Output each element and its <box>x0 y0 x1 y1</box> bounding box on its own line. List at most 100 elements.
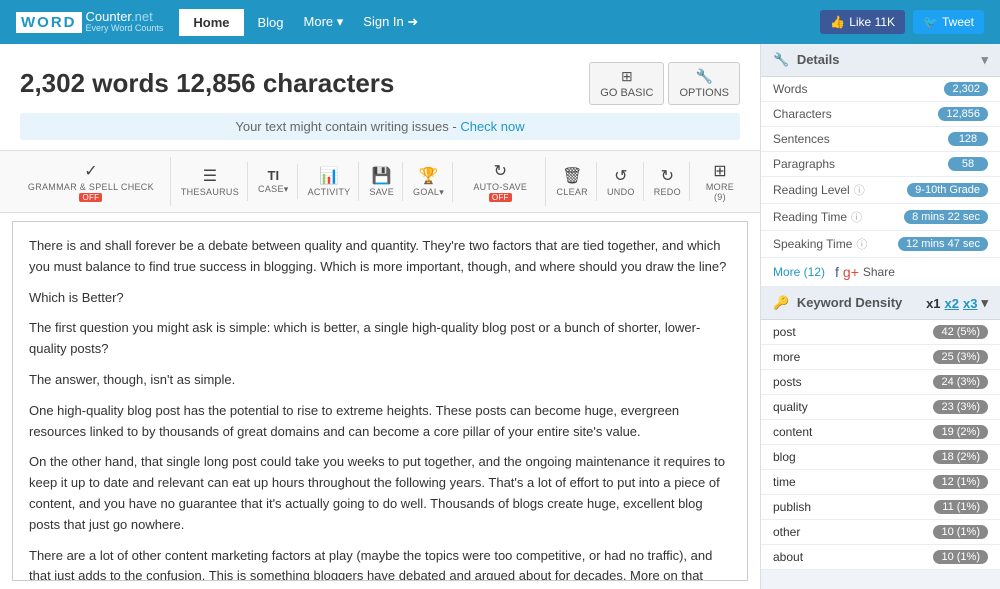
keyword-row: post 42 (5%) <box>761 320 1000 345</box>
keywords-list: post 42 (5%)more 25 (3%)posts 24 (3%)qua… <box>761 320 1000 570</box>
keyword-word: about <box>773 550 803 564</box>
layout-icon: ⊞ <box>621 68 633 85</box>
reading-time-value: 8 mins 22 sec <box>904 210 988 224</box>
reading-level-label: Reading Level ⓘ <box>773 182 865 198</box>
keyword-value: 42 (5%) <box>933 325 988 339</box>
characters-stat-row: Characters 12,856 <box>761 102 1000 127</box>
thesaurus-button[interactable]: ☰ THESAURUS <box>173 162 248 201</box>
reading-time-row: Reading Time ⓘ 8 mins 22 sec <box>761 204 1000 231</box>
kd-tab-x3[interactable]: x3 <box>963 296 977 311</box>
paragraphs-label: Paragraphs <box>773 157 835 171</box>
kd-tab-x2[interactable]: x2 <box>945 296 959 311</box>
activity-icon: 📊 <box>319 166 339 186</box>
checkmark-icon: ✓ <box>84 161 97 181</box>
content-area: 2,302 words 12,856 characters ⊞ GO BASIC… <box>0 44 760 589</box>
keyword-density-header: 🔑 Keyword Density x1 x2 x3 ▾ <box>761 287 1000 320</box>
word-character-count: 2,302 words 12,856 characters <box>20 68 394 99</box>
grammar-spell-check-button[interactable]: ✓ GRAMMAR & SPELL CHECK OFF <box>12 157 171 206</box>
keyword-value: 19 (2%) <box>933 425 988 439</box>
paragraphs-value: 58 <box>948 157 988 171</box>
keyword-row: more 25 (3%) <box>761 345 1000 370</box>
reading-time-label: Reading Time ⓘ <box>773 209 862 225</box>
share-icons: f g+ Share <box>835 264 895 280</box>
more-link[interactable]: More (12) <box>773 265 825 279</box>
stats-bar: 2,302 words 12,856 characters ⊞ GO BASIC… <box>0 44 760 151</box>
check-now-link[interactable]: Check now <box>460 119 524 134</box>
words-label: Words <box>773 82 807 96</box>
google-share-icon[interactable]: g+ <box>843 264 859 280</box>
characters-label: Characters <box>773 107 832 121</box>
keyword-value: 12 (1%) <box>933 475 988 489</box>
logo-counter: Counter.net Every Word Counts <box>86 10 164 34</box>
logo: WORD Counter.net Every Word Counts <box>16 10 163 34</box>
editor-paragraph-5: One high-quality blog post has the poten… <box>29 401 731 443</box>
words-value: 2,302 <box>944 82 988 96</box>
undo-button[interactable]: ↺ UNDO <box>599 162 644 201</box>
autosave-icon: ↻ <box>494 161 507 181</box>
facebook-like-button[interactable]: 👍 Like 11K <box>820 10 905 34</box>
auto-save-button[interactable]: ↻ AUTO-SAVE OFF <box>455 157 546 206</box>
case-icon: TI <box>268 168 280 183</box>
nav-more-link[interactable]: More ▾ <box>294 8 354 36</box>
details-header: 🔧 Details ▾ <box>761 44 1000 77</box>
keyword-value: 10 (1%) <box>933 525 988 539</box>
keyword-word: post <box>773 325 796 339</box>
logo-word: WORD <box>16 12 82 33</box>
editor-paragraph-4: The answer, though, isn't as simple. <box>29 370 731 391</box>
nav-home-button[interactable]: Home <box>179 9 243 36</box>
case-button[interactable]: TI CASE▾ <box>250 164 298 199</box>
sentences-label: Sentences <box>773 132 830 146</box>
speaking-time-value: 12 mins 47 sec <box>898 237 988 251</box>
redo-button[interactable]: ↻ REDO <box>646 162 690 201</box>
word-count-heading: 2,302 words 12,856 characters ⊞ GO BASIC… <box>20 62 740 105</box>
characters-value: 12,856 <box>938 107 988 121</box>
tweet-button[interactable]: 🐦 Tweet <box>913 10 984 34</box>
keyword-row: time 12 (1%) <box>761 470 1000 495</box>
editor-paragraph-3: The first question you might ask is simp… <box>29 318 731 360</box>
key-icon: 🔑 <box>773 295 789 310</box>
activity-button[interactable]: 📊 ACTIVITY <box>300 162 360 201</box>
options-button[interactable]: 🔧 OPTIONS <box>668 62 740 105</box>
kd-tab-x1[interactable]: x1 <box>926 296 940 311</box>
keyword-row: about 10 (1%) <box>761 545 1000 570</box>
keyword-row: content 19 (2%) <box>761 420 1000 445</box>
keyword-word: other <box>773 525 800 539</box>
speaking-time-label: Speaking Time ⓘ <box>773 236 867 252</box>
editor-paragraph-6: On the other hand, that single long post… <box>29 452 731 535</box>
sidebar: 🔧 Details ▾ Words 2,302 Characters 12,85… <box>760 44 1000 589</box>
save-button[interactable]: 💾 SAVE <box>361 162 403 201</box>
chevron-down-icon: ▾ <box>981 295 988 311</box>
nav-signin-link[interactable]: Sign In ➜ <box>353 8 428 36</box>
sentences-stat-row: Sentences 128 <box>761 127 1000 152</box>
editor-paragraph-7: There are a lot of other content marketi… <box>29 546 731 581</box>
trash-icon: 🗑 <box>562 166 582 186</box>
keyword-density-label: 🔑 Keyword Density <box>773 295 902 311</box>
keyword-value: 25 (3%) <box>933 350 988 364</box>
goal-icon: 🏆 <box>419 166 439 186</box>
keyword-row: quality 23 (3%) <box>761 395 1000 420</box>
keyword-word: content <box>773 425 812 439</box>
toolbar: ✓ GRAMMAR & SPELL CHECK OFF ☰ THESAURUS … <box>0 151 760 213</box>
keyword-word: blog <box>773 450 796 464</box>
facebook-share-icon[interactable]: f <box>835 264 839 280</box>
more-share-row: More (12) f g+ Share <box>761 258 1000 287</box>
go-basic-button[interactable]: ⊞ GO BASIC <box>589 62 664 105</box>
editor-paragraph-2: Which is Better? <box>29 288 731 309</box>
reading-level-value: 9-10th Grade <box>907 183 988 197</box>
clear-button[interactable]: 🗑 CLEAR <box>548 162 597 201</box>
speaking-time-row: Speaking Time ⓘ 12 mins 47 sec <box>761 231 1000 258</box>
words-stat-row: Words 2,302 <box>761 77 1000 102</box>
save-icon: 💾 <box>372 166 392 186</box>
info-icon: ⓘ <box>856 236 867 252</box>
more-button[interactable]: ⊞ MORE (9) <box>692 157 748 206</box>
keyword-word: more <box>773 350 800 364</box>
keyword-row: publish 11 (1%) <box>761 495 1000 520</box>
keyword-row: blog 18 (2%) <box>761 445 1000 470</box>
text-editor[interactable]: There is and shall forever be a debate b… <box>12 221 748 581</box>
goal-button[interactable]: 🏆 GOAL▾ <box>405 162 453 202</box>
keyword-value: 11 (1%) <box>934 500 988 514</box>
keyword-word: posts <box>773 375 802 389</box>
grid-icon: ⊞ <box>713 161 726 181</box>
nav-blog-link[interactable]: Blog <box>248 9 294 36</box>
writing-issues-bar: Your text might contain writing issues -… <box>20 113 740 140</box>
